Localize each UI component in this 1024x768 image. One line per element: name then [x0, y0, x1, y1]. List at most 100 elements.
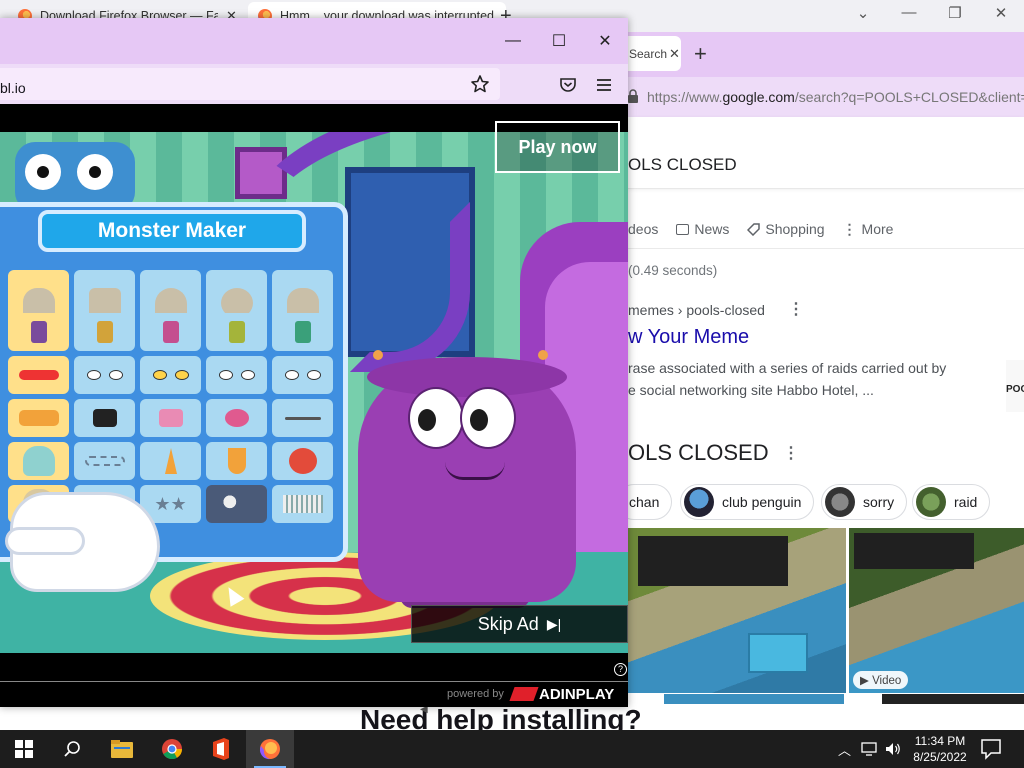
- skip-ad-button[interactable]: Skip Ad ▶|: [411, 605, 628, 643]
- part-cell[interactable]: [140, 399, 201, 437]
- tab-google-search[interactable]: Search ✕: [628, 36, 681, 71]
- minimize-button[interactable]: —: [490, 31, 536, 51]
- more-options-icon[interactable]: ⋮: [788, 299, 804, 319]
- chip-sorry[interactable]: sorry: [821, 484, 908, 520]
- tab-more[interactable]: ⋮ More: [843, 217, 894, 241]
- chip-club-penguin[interactable]: club penguin: [680, 484, 815, 520]
- taskbar-office[interactable]: [197, 730, 245, 768]
- tab-videos[interactable]: deos: [628, 217, 658, 241]
- popup-title-bar: — ☐ ✕: [0, 18, 628, 64]
- taskbar-file-explorer[interactable]: [98, 730, 146, 768]
- image-chat-overlay: [638, 536, 788, 586]
- chip-raid[interactable]: raid: [912, 484, 991, 520]
- windows-start-button[interactable]: [0, 730, 48, 768]
- popup-url-field[interactable]: bl.io: [0, 68, 500, 100]
- taskbar-firefox[interactable]: [246, 730, 294, 768]
- part-cell[interactable]: [8, 313, 69, 351]
- new-tab-button[interactable]: +: [694, 41, 707, 67]
- result-snippet: rase associated with a series of raids c…: [628, 357, 946, 401]
- image-result-habbo-pool[interactable]: [628, 528, 846, 693]
- lock-icon: [628, 89, 638, 103]
- play-now-button[interactable]: Play now: [495, 121, 620, 173]
- tab-shopping[interactable]: Shopping: [747, 217, 825, 241]
- tab-news[interactable]: News: [676, 217, 729, 241]
- help-icon[interactable]: ?: [614, 663, 627, 676]
- tab-label: More: [861, 221, 894, 237]
- download-help-heading: Need help installing?: [360, 704, 642, 730]
- part-cell[interactable]: [206, 356, 267, 394]
- spots-pattern-icon: [218, 493, 255, 515]
- taskbar-search-button[interactable]: [48, 730, 96, 768]
- beak-icon: [18, 410, 59, 426]
- paint-jar-icon: [30, 321, 47, 343]
- chevron-up-icon[interactable]: ︿: [838, 740, 851, 759]
- chip-label: raid: [954, 494, 978, 510]
- volume-icon[interactable]: [885, 742, 901, 756]
- chevron-down-icon[interactable]: ⌄: [840, 4, 886, 22]
- maximize-button[interactable]: ☐: [536, 31, 582, 51]
- part-cell[interactable]: [74, 356, 135, 394]
- popup-firefox-window: — ☐ ✕ bl.io Monster Maker ★★ Play now Sk…: [0, 18, 628, 707]
- part-cell[interactable]: [206, 399, 267, 437]
- stripes-pattern-icon: [282, 495, 323, 513]
- search-query-input[interactable]: OLS CLOSED: [628, 155, 737, 175]
- fanged-mouth-icon: [92, 409, 117, 427]
- image-result-habbo-video[interactable]: ▶ Video: [849, 528, 1024, 693]
- zigzag-icon: [84, 456, 125, 466]
- chip-chan[interactable]: chan: [628, 484, 673, 520]
- part-cell[interactable]: [74, 442, 135, 480]
- divider: [628, 248, 1024, 249]
- more-options-icon[interactable]: ⋮: [783, 443, 799, 463]
- restore-button[interactable]: ❐: [932, 4, 978, 22]
- part-cell[interactable]: [272, 313, 333, 351]
- popup-url-text[interactable]: bl.io: [0, 80, 26, 96]
- pocket-icon[interactable]: [558, 75, 578, 95]
- adinplay-logo[interactable]: ADINPLAY: [509, 685, 614, 703]
- fuzzy-mouth-icon: [18, 370, 59, 380]
- bookmark-star-icon[interactable]: [470, 74, 490, 94]
- image-row-2-peek: [664, 694, 844, 704]
- taskbar-clock[interactable]: 11:34 PM 8/25/2022: [905, 733, 975, 765]
- star-pattern-icon: ★★: [154, 493, 187, 514]
- tab-label: News: [694, 221, 730, 237]
- tag-icon: [747, 222, 761, 236]
- part-cell[interactable]: [206, 313, 267, 351]
- part-cell[interactable]: [272, 356, 333, 394]
- taskbar-chrome[interactable]: [148, 730, 196, 768]
- google-address-bar[interactable]: https://www.google.com/search?q=POOLS+CL…: [628, 77, 1024, 117]
- part-cell[interactable]: [74, 399, 135, 437]
- paint-jar-icon: [162, 321, 179, 343]
- part-cell[interactable]: [272, 442, 333, 480]
- part-cell[interactable]: [206, 485, 267, 523]
- monster-maker-game-scene[interactable]: Monster Maker ★★: [0, 132, 628, 653]
- part-cell[interactable]: [8, 442, 69, 480]
- notification-center-icon[interactable]: [980, 738, 1002, 760]
- part-cell[interactable]: [140, 442, 201, 480]
- part-cell[interactable]: [140, 313, 201, 351]
- paint-jar-icon: [228, 321, 245, 343]
- line-mouth-icon: [284, 416, 321, 420]
- close-window-button[interactable]: ✕: [978, 4, 1024, 22]
- close-tab-icon[interactable]: ✕: [669, 46, 680, 62]
- image-results: ▶ Video: [628, 528, 1024, 693]
- part-cell[interactable]: [272, 485, 333, 523]
- part-cell[interactable]: [8, 356, 69, 394]
- part-cell[interactable]: [74, 313, 135, 351]
- part-cell[interactable]: [140, 356, 201, 394]
- chip-label: chan: [629, 494, 660, 510]
- powered-by-label: powered by: [447, 688, 504, 700]
- monster-parts-grid: ✿ ★★: [8, 270, 338, 523]
- part-cell[interactable]: [206, 442, 267, 480]
- minimize-button[interactable]: —: [886, 4, 932, 21]
- result-breadcrumb[interactable]: memes › pools-closed: [628, 302, 765, 318]
- part-cell[interactable]: [8, 399, 69, 437]
- part-cell[interactable]: [272, 399, 333, 437]
- result-thumbnail[interactable]: POO: [1006, 360, 1024, 412]
- hamburger-menu-icon[interactable]: [594, 75, 614, 95]
- url-text[interactable]: https://www.google.com/search?q=POOLS+CL…: [647, 89, 1024, 105]
- network-icon[interactable]: [861, 742, 877, 756]
- result-title-link[interactable]: w Your Meme: [628, 326, 749, 349]
- monster-maker-title: Monster Maker: [38, 210, 306, 252]
- google-tab-bar: Search ✕ +: [628, 32, 1024, 77]
- close-window-button[interactable]: ✕: [582, 31, 628, 51]
